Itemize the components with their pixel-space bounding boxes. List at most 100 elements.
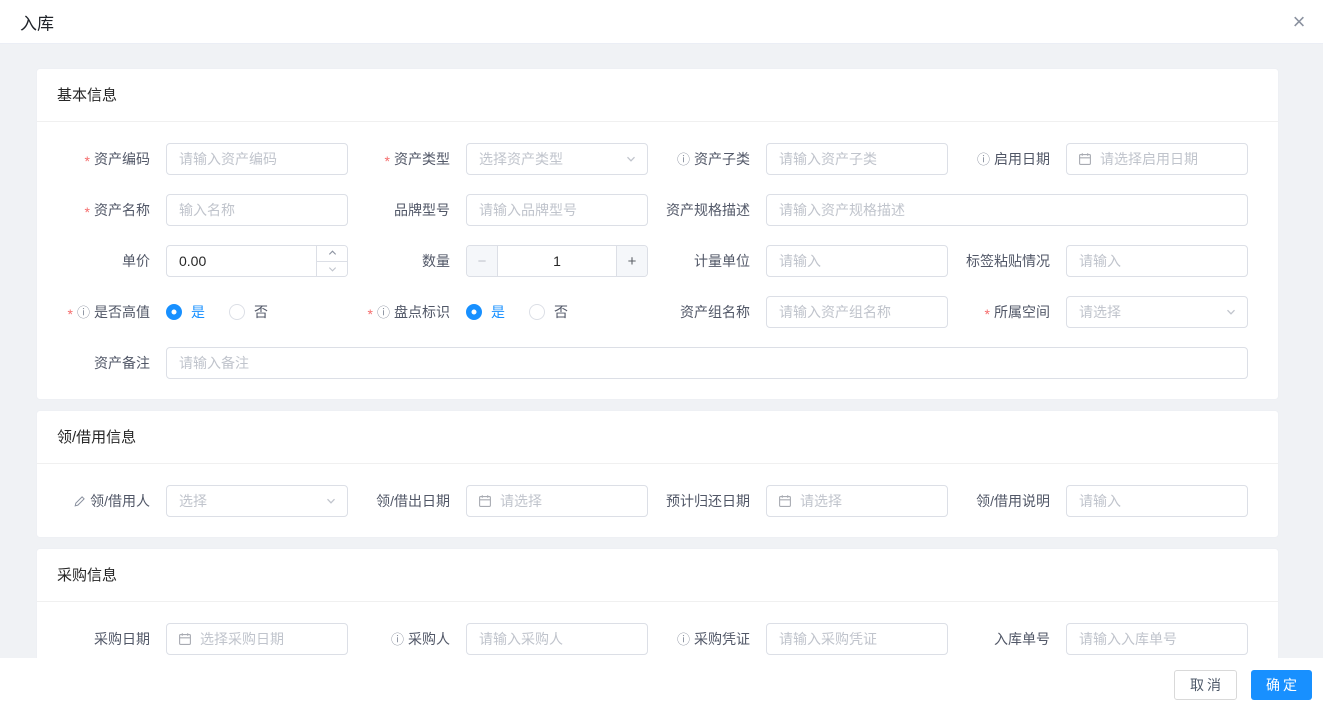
info-icon: ⓘ [676,631,690,647]
calendar-icon [1078,152,1092,166]
asset-name-input-wrap [166,194,348,226]
chevron-down-icon [1225,306,1237,318]
borrow-date-picker[interactable]: 请选择 [466,485,648,517]
spec-desc-input[interactable] [767,195,1247,225]
info-icon: ⓘ [376,304,390,320]
form-row: 单价 数量 − [37,245,1278,277]
spec-desc-input-wrap [766,194,1248,226]
field-label-borrow-date: 领/借出日期 [376,493,450,509]
dialog-header: 入库 × [0,0,1323,44]
field-label-purchaser: ⓘ 采购人 [390,631,450,647]
asset-group-input[interactable] [767,297,947,327]
field-label-spec-desc: 资产规格描述 [666,202,750,218]
required-mark: * [367,305,373,322]
asset-subtype-input[interactable] [767,144,947,174]
dialog-footer: 取消 确定 [0,658,1323,712]
field-label-purchase-date: 采购日期 [94,631,150,647]
space-select[interactable]: 请选择 [1066,296,1248,328]
quantity-stepper: − 1 + [466,245,648,277]
section-title: 领/借用信息 [37,411,1278,464]
brand-model-input[interactable] [467,195,647,225]
radio-option-no[interactable]: 否 [229,302,268,322]
unit-price-number-input [166,245,348,277]
field-label-asset-code: * 资产编码 [84,151,150,169]
cancel-button[interactable]: 取消 [1174,670,1237,700]
purchase-voucher-input[interactable] [767,624,947,654]
field-label-high-value: * ⓘ 是否高值 [67,304,150,322]
field-label-inbound-no: 入库单号 [994,631,1050,647]
field-label-asset-name: * 资产名称 [84,202,150,220]
required-mark: * [84,203,90,220]
borrower-select[interactable]: 选择 [166,485,348,517]
form-row: 资产备注 [37,347,1278,379]
field-label-asset-type: * 资产类型 [384,151,450,169]
calendar-icon [178,632,192,646]
required-mark: * [984,305,990,322]
enable-date-picker[interactable]: 请选择启用日期 [1066,143,1248,175]
section-title: 采购信息 [37,549,1278,602]
field-label-asset-remark: 资产备注 [94,355,150,371]
chevron-down-icon [625,153,637,165]
required-mark: * [84,152,90,169]
asset-name-input[interactable] [167,195,347,225]
spin-down-button[interactable] [317,260,347,277]
field-label-asset-subtype: ⓘ 资产子类 [676,151,750,167]
borrow-note-input[interactable] [1067,486,1247,516]
return-date-picker[interactable]: 请选择 [766,485,948,517]
dialog-title: 入库 [20,14,54,33]
field-label-inventory-flag: * ⓘ 盘点标识 [367,304,450,322]
asset-remark-input[interactable] [167,348,1247,378]
radio-circle [229,304,245,320]
brand-model-input-wrap [466,194,648,226]
confirm-button[interactable]: 确定 [1251,670,1312,700]
form-row: 领/借用人 选择 领/借出日期 请选择 预计归还日期 请选择 领/借用说明 请输… [37,485,1278,517]
field-label-enable-date: ⓘ 启用日期 [976,151,1050,167]
label-paste-input[interactable] [1067,246,1247,276]
asset-code-input[interactable] [167,144,347,174]
form-row: * 资产编码 * 资产类型 选择资产类型 ⓘ [37,143,1278,175]
radio-circle [166,304,182,320]
radio-circle [466,304,482,320]
field-label-unit-price: 单价 [122,253,150,269]
unit-input[interactable] [767,246,947,276]
increment-button[interactable]: + [616,246,647,276]
calendar-icon [778,494,792,508]
high-value-radio-group: 是 否 [166,302,348,322]
form-row: * 资产名称 品牌型号 资产规格描述 [37,194,1278,226]
close-icon[interactable]: × [1285,8,1313,36]
form-row: * ⓘ 是否高值 是 否 * ⓘ 盘点标识 是 否 资产组名称 请输入资产组名称… [37,296,1278,328]
quantity-value[interactable]: 1 [498,253,616,269]
info-icon: ⓘ [390,631,404,647]
chevron-down-icon [325,495,337,507]
purchaser-input-wrap [466,623,648,655]
field-label-borrow-note: 领/借用说明 [976,493,1050,509]
info-icon: ⓘ [976,151,990,167]
number-spinner [316,246,347,276]
decrement-button[interactable]: − [467,246,498,276]
purchase-voucher-input-wrap [766,623,948,655]
inventory-flag-radio-group: 是 否 [466,302,648,322]
section-purchase-info: 采购信息 采购日期 选择采购日期 ⓘ 采购人 请输入采购人 ⓘ 采购凭证 请输入… [36,548,1279,658]
purchaser-input[interactable] [467,624,647,654]
info-icon: ⓘ [676,151,690,167]
calendar-icon [478,494,492,508]
radio-circle [529,304,545,320]
radio-option-yes[interactable]: 是 [166,302,205,322]
info-icon: ⓘ [76,304,90,320]
required-mark: * [384,152,390,169]
dialog-body: 基本信息 * 资产编码 * 资产类型 选择资产类型 [0,44,1323,658]
spin-up-button[interactable] [317,246,347,261]
field-label-space: * 所属空间 [984,304,1050,322]
radio-option-no[interactable]: 否 [529,302,568,322]
field-label-quantity: 数量 [422,253,450,269]
section-title: 基本信息 [37,69,1278,122]
label-paste-input-wrap [1066,245,1248,277]
inbound-no-input-wrap [1066,623,1248,655]
section-borrow-info: 领/借用信息 领/借用人 选择 领/借出日期 请选择 预计归还日期 请选择 领/… [36,410,1279,538]
inbound-no-input[interactable] [1067,624,1247,654]
radio-option-yes[interactable]: 是 [466,302,505,322]
purchase-date-picker[interactable]: 选择采购日期 [166,623,348,655]
asset-subtype-input-wrap [766,143,948,175]
section-basic-info: 基本信息 * 资产编码 * 资产类型 选择资产类型 [36,68,1279,400]
asset-type-select[interactable]: 选择资产类型 [466,143,648,175]
